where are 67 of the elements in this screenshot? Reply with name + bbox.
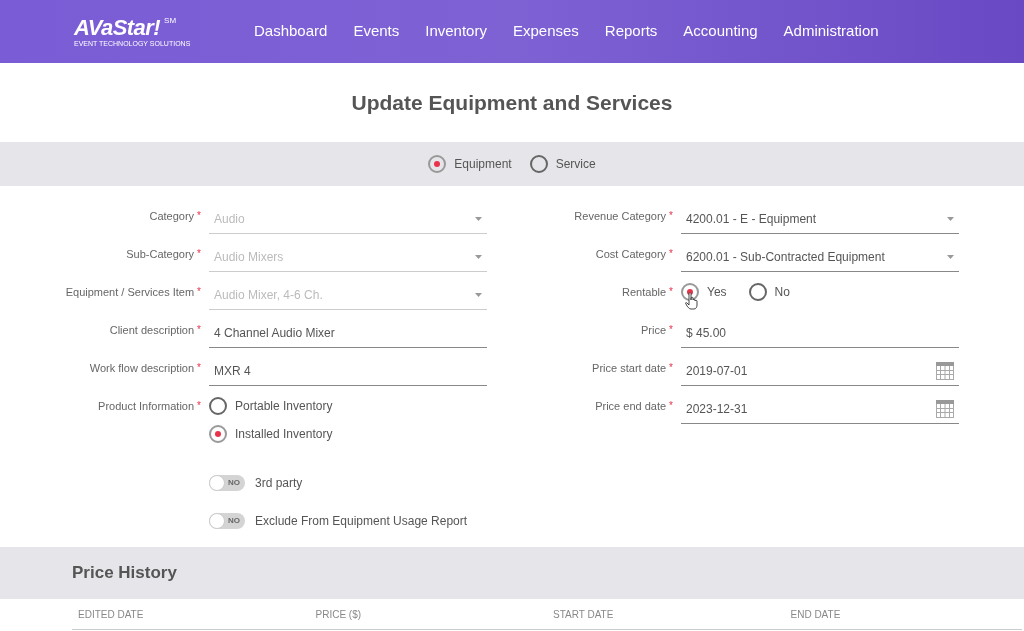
radio-label: Yes [707,283,727,301]
radio-label: Installed Inventory [235,425,333,443]
dropdown-caret-icon [947,216,954,221]
column-header: END DATE [789,607,842,622]
radio-label: No [774,283,790,301]
radio-label: Equipment [454,155,512,173]
required-asterisk: * [197,208,201,223]
field-label: Equipment / Services Item [65,284,195,300]
required-asterisk: * [197,246,201,261]
nav-link[interactable]: Accounting [683,20,758,43]
required-asterisk: * [669,246,673,261]
nav-link[interactable]: Events [353,20,400,43]
toggle-label: Exclude From Equipment Usage Report [255,512,468,530]
page-title: Update Equipment and Services [350,90,674,116]
radio-button[interactable] [529,154,548,173]
column-header: EDITED DATE [77,607,145,622]
dropdown-field[interactable]: 4200.01 - E - Equipment [681,204,959,234]
dropdown-caret-icon [475,292,482,297]
date-field[interactable]: 2019-07-01 [681,356,959,386]
dropdown-caret-icon [947,254,954,259]
nav-link[interactable]: Administration [783,20,879,43]
required-asterisk: * [197,284,201,299]
field-label: Price start date [592,360,667,376]
radio-button[interactable] [748,282,767,301]
nav-link[interactable]: Inventory [425,20,487,43]
nav-link[interactable]: Dashboard [254,20,328,43]
radio-button[interactable] [209,396,227,415]
field-label: Product Information [98,398,195,414]
radio-button[interactable] [209,424,227,443]
required-asterisk: * [197,322,201,337]
dropdown-field[interactable]: 6200.01 - Sub-Contracted Equipment [681,242,959,272]
field-label: Category [149,208,195,224]
column-header: PRICE ($) [314,607,363,622]
column-header: START DATE [552,607,615,622]
required-asterisk: * [669,322,673,337]
radio-label: Service [555,155,596,173]
nav-link[interactable]: Reports [604,20,658,43]
radio-button[interactable] [428,154,447,173]
dropdown-caret-icon [475,216,482,221]
field-label: Work flow description [89,360,195,376]
toggle-switch[interactable]: NO [209,512,245,529]
field-label: Revenue Category [574,208,667,224]
field-label: Price end date [595,398,667,414]
required-asterisk: * [669,360,673,375]
field-label: Price [641,322,667,338]
toggle-label: 3rd party [255,474,303,492]
section-heading: Price History [72,562,177,585]
required-asterisk: * [197,360,201,375]
required-asterisk: * [669,208,673,223]
field-label: Sub-Category [126,246,195,262]
required-asterisk: * [669,284,673,299]
dropdown-caret-icon [475,254,482,259]
required-asterisk: * [669,398,673,413]
radio-label: Portable Inventory [235,397,333,415]
field-label: Rentable [622,284,667,300]
hand-cursor-icon [685,291,699,310]
field-label: Client description [109,322,195,338]
date-field[interactable]: 2023-12-31 [681,394,959,424]
calendar-icon[interactable] [936,399,954,418]
required-asterisk: * [197,398,201,413]
toggle-switch[interactable]: NO [209,474,245,491]
input-field[interactable]: 4 Channel Audio Mixer [209,318,487,348]
input-field[interactable]: MXR 4 [209,356,487,386]
field-label: Cost Category [595,246,667,262]
input-field[interactable]: $ 45.00 [681,318,959,348]
nav-link[interactable]: Expenses [512,20,579,43]
calendar-icon[interactable] [936,361,954,380]
